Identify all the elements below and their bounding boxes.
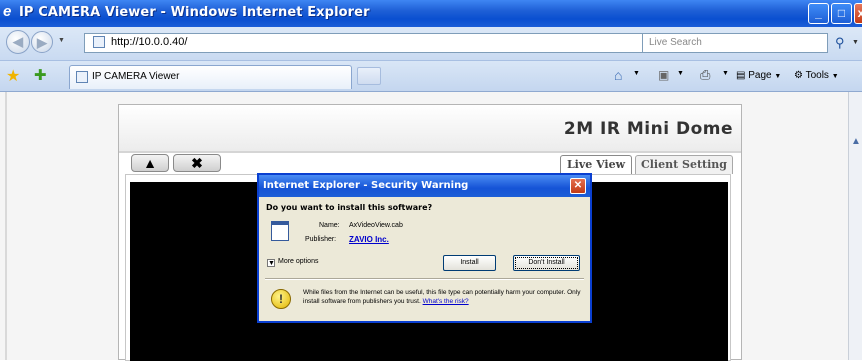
- address-bar[interactable]: http://10.0.0.40/: [84, 33, 732, 53]
- feeds-icon[interactable]: ▣: [658, 68, 669, 82]
- device-title: 2M IR Mini Dome: [563, 119, 733, 139]
- panel-header: 2M IR Mini Dome: [119, 105, 741, 153]
- page-dropdown-icon: ▼: [774, 73, 782, 80]
- tab-page-icon: [76, 71, 88, 83]
- tools-icon: ✖: [191, 155, 203, 171]
- recent-pages-dropdown-icon[interactable]: ▼: [58, 37, 65, 44]
- page-menu-icon: ▤: [736, 70, 746, 81]
- dialog-close-button[interactable]: ✕: [570, 178, 586, 194]
- back-button[interactable]: ◀: [6, 30, 30, 54]
- application-icon: [271, 221, 289, 241]
- url-text[interactable]: http://10.0.0.40/: [111, 36, 187, 48]
- install-button[interactable]: Install: [443, 255, 496, 271]
- forward-button[interactable]: ▶: [31, 31, 53, 53]
- ie-logo-icon: e: [3, 3, 12, 20]
- tools-menu-button[interactable]: ⚙ Tools ▼: [794, 70, 839, 81]
- tab-label: IP CAMERA Viewer: [92, 71, 180, 82]
- dialog-titlebar: Internet Explorer - Security Warning ✕: [259, 175, 590, 197]
- setup-button[interactable]: ✖: [173, 154, 221, 172]
- dialog-title: Internet Explorer - Security Warning: [263, 180, 469, 191]
- search-input[interactable]: Live Search: [642, 33, 828, 53]
- page-menu-button[interactable]: ▤ Page ▼: [736, 70, 781, 81]
- whats-the-risk-link[interactable]: What's the risk?: [423, 298, 469, 305]
- vertical-scrollbar[interactable]: ▲: [848, 92, 862, 360]
- search-options-dropdown-icon[interactable]: ▼: [852, 39, 859, 46]
- home-button[interactable]: ▲: [131, 154, 169, 172]
- tools-menu-label: Tools: [805, 70, 829, 81]
- tools-gear-icon: ⚙: [794, 70, 803, 81]
- favorites-star-icon[interactable]: ★: [6, 66, 20, 86]
- name-value: AxVideoView.cab: [349, 222, 403, 229]
- dont-install-button[interactable]: Don't Install: [513, 255, 580, 271]
- more-options-label[interactable]: More options: [278, 258, 318, 265]
- left-border: [5, 92, 7, 360]
- tab-client-setting[interactable]: Client Setting: [635, 155, 733, 174]
- name-label: Name:: [319, 222, 340, 229]
- search-icon[interactable]: ⚲: [835, 35, 845, 51]
- minimize-button[interactable]: _: [808, 3, 829, 24]
- security-warning-dialog: Internet Explorer - Security Warning ✕ D…: [257, 173, 592, 323]
- maximize-button[interactable]: □: [831, 3, 852, 24]
- warning-shield-icon: !: [271, 289, 291, 309]
- close-button[interactable]: x: [854, 3, 862, 24]
- tab-live-view[interactable]: Live View: [560, 155, 632, 174]
- home-dropdown-icon[interactable]: ▼: [633, 70, 640, 77]
- window-title: IP CAMERA Viewer - Windows Internet Expl…: [19, 5, 370, 20]
- add-favorites-icon[interactable]: ✚: [34, 66, 47, 84]
- feeds-dropdown-icon[interactable]: ▼: [677, 70, 684, 77]
- new-tab-button[interactable]: [357, 67, 381, 85]
- tab-ip-camera-viewer[interactable]: IP CAMERA Viewer: [69, 65, 352, 89]
- page-menu-label: Page: [748, 70, 772, 81]
- publisher-label: Publisher:: [305, 236, 337, 243]
- tools-dropdown-icon: ▼: [831, 73, 839, 80]
- more-options-expand-icon[interactable]: ▼: [267, 259, 275, 267]
- publisher-link[interactable]: ZAVIO Inc.: [349, 235, 389, 244]
- scroll-up-icon[interactable]: ▲: [851, 136, 861, 147]
- home-icon: ▲: [143, 155, 157, 171]
- install-question: Do you want to install this software?: [266, 203, 433, 212]
- warning-message: While files from the Internet can be use…: [303, 288, 585, 306]
- print-icon[interactable]: ⎙: [700, 67, 710, 83]
- home-icon[interactable]: ⌂: [614, 67, 622, 83]
- tab-toolbar: ★ ✚ IP CAMERA Viewer ⌂ ▼ ▣ ▼ ⎙ ▼ ▤ Page …: [0, 61, 862, 92]
- page-icon: [93, 36, 105, 48]
- search-placeholder: Live Search: [649, 37, 702, 48]
- window-titlebar: e IP CAMERA Viewer - Windows Internet Ex…: [0, 0, 862, 27]
- dialog-divider: [265, 278, 584, 280]
- print-dropdown-icon[interactable]: ▼: [722, 70, 729, 77]
